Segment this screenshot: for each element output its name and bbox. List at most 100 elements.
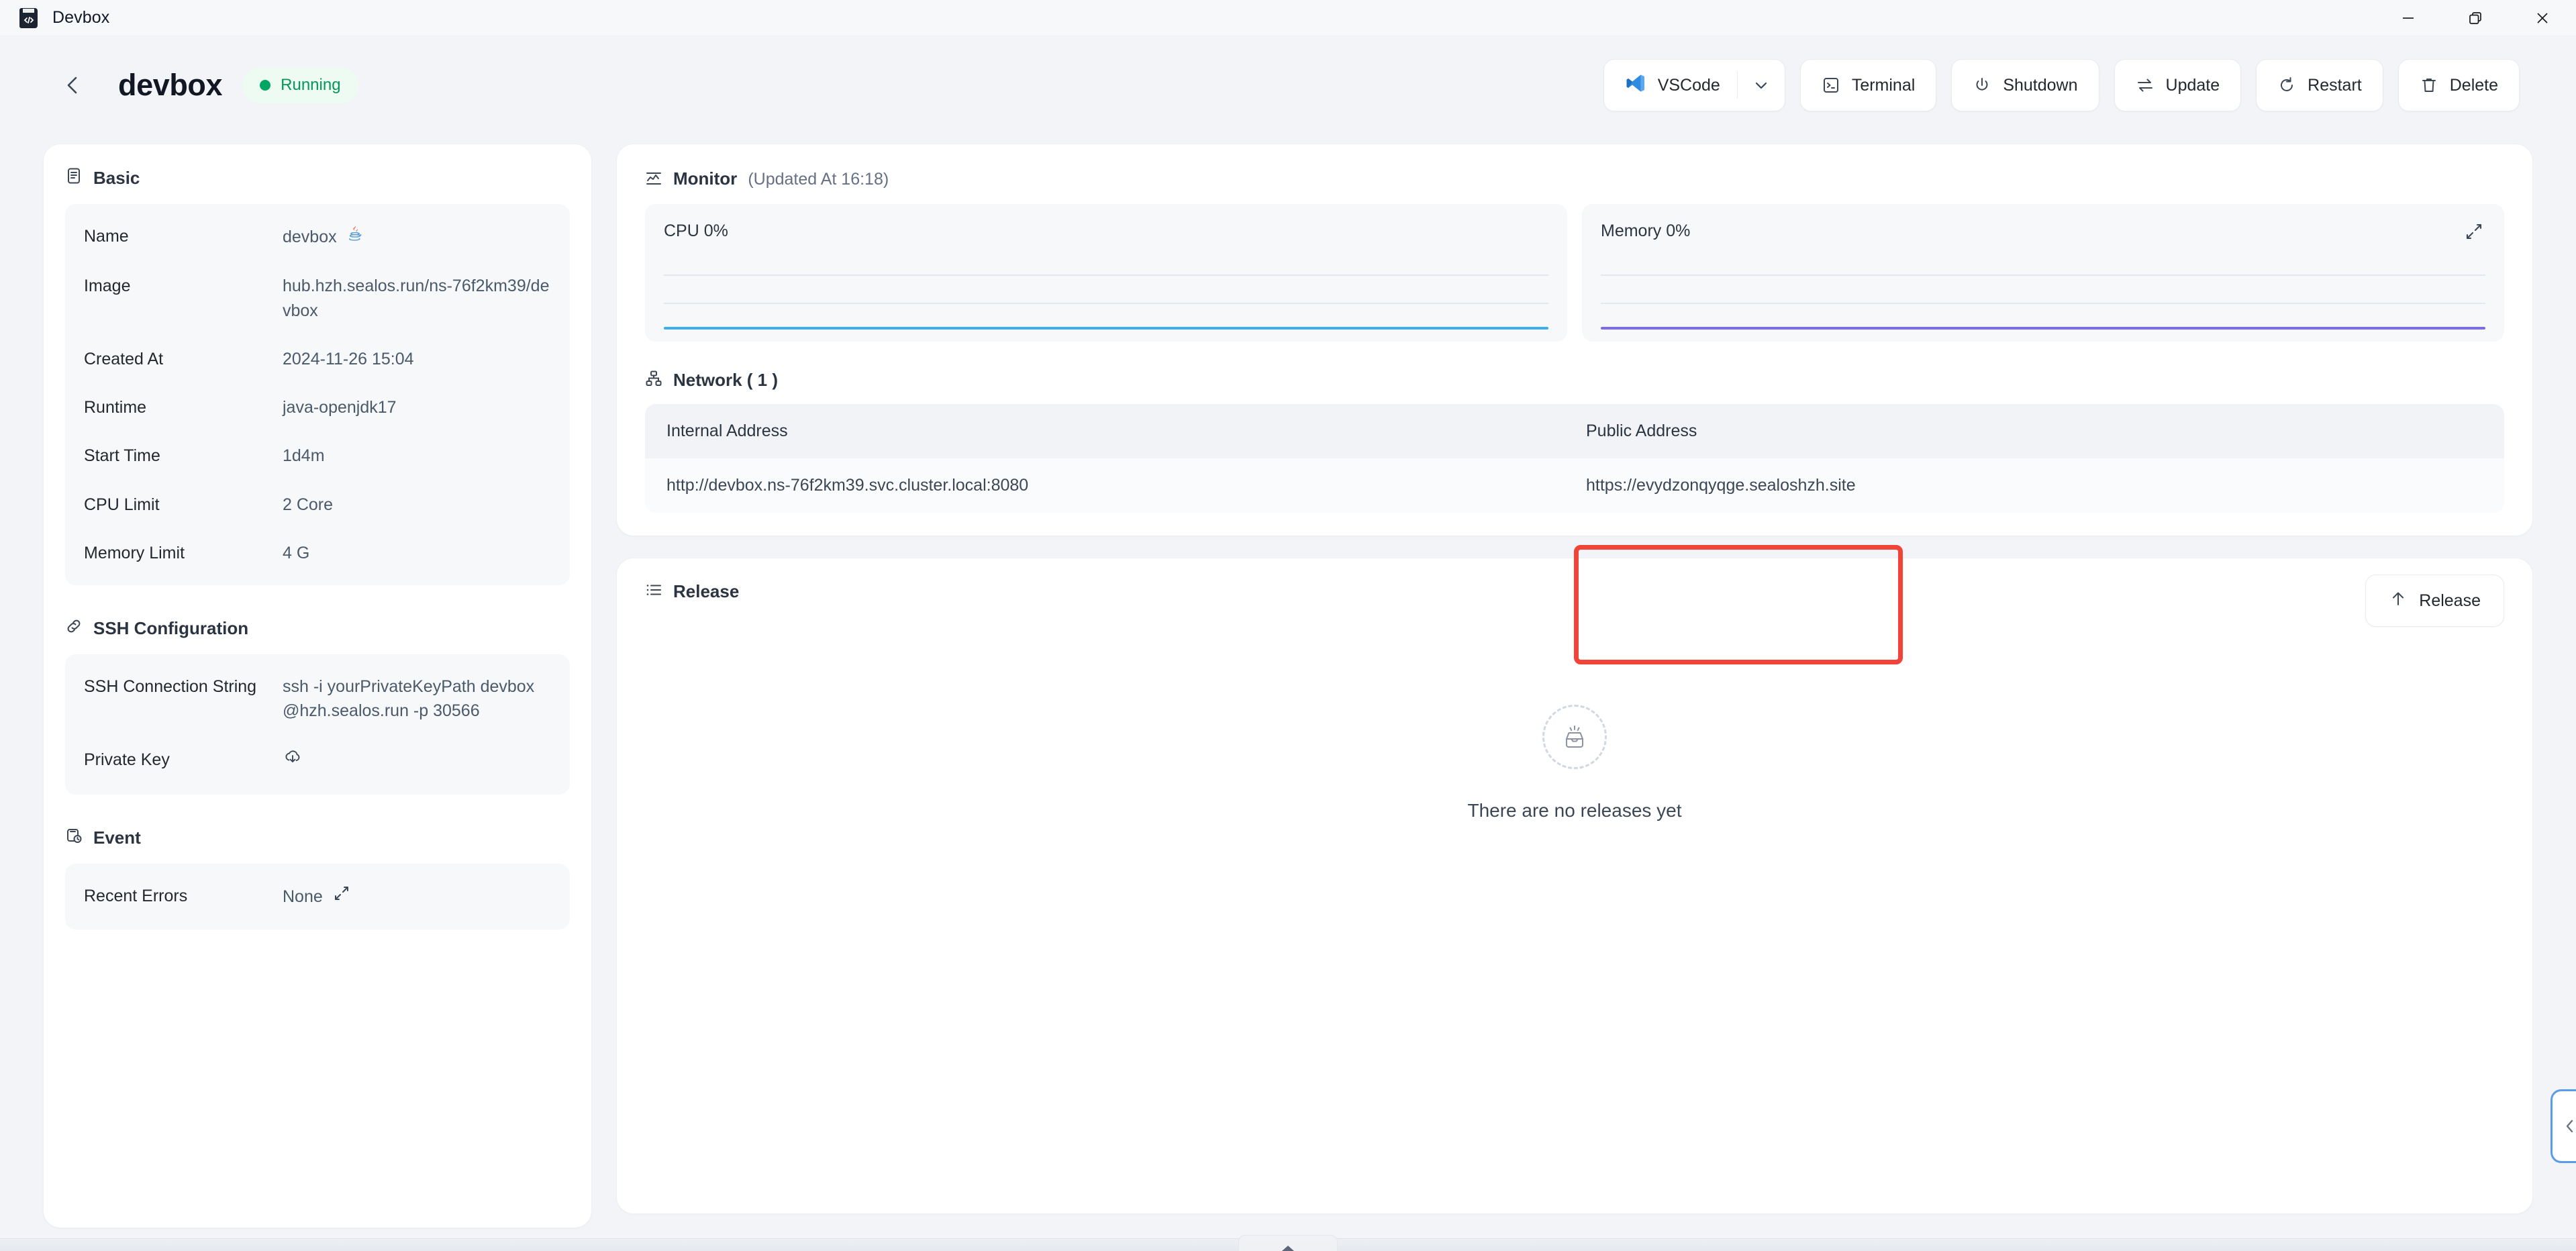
row-label: Image (84, 277, 131, 296)
detail-row: Memory Limit 4 G (65, 529, 570, 577)
row-value-text: 1d4m (283, 446, 325, 466)
row-value-text: 2 Core (283, 495, 334, 514)
network-title: Network ( 1 ) (673, 370, 779, 390)
row-label: Created At (84, 349, 164, 368)
arrow-up-icon (2389, 589, 2408, 613)
release-section-header: Release (645, 581, 2504, 602)
bottom-drawer-handle[interactable] (1238, 1235, 1338, 1251)
row-label: SSH Connection String (84, 677, 257, 696)
row-value-text: None (283, 887, 323, 906)
row-value-text: 4 G (283, 543, 310, 562)
download-cloud-icon[interactable] (283, 748, 303, 774)
row-value: 2 Core (283, 493, 333, 517)
expand-icon[interactable] (2464, 221, 2484, 245)
terminal-button[interactable]: Terminal (1799, 59, 1937, 111)
row-label: Start Time (84, 446, 160, 466)
minimize-icon[interactable] (2375, 0, 2442, 36)
column-header-public: Public Address (1586, 421, 1697, 440)
detail-row: Private Key (65, 736, 570, 787)
close-icon[interactable] (2509, 0, 2576, 36)
detail-row: Recent Errors None (65, 872, 570, 921)
side-panel-handle[interactable] (2550, 1089, 2576, 1163)
table-row: http://devbox.ns-76f2km39.svc.cluster.lo… (645, 458, 2504, 513)
network-table: Internal Address Public Address http://d… (645, 404, 2504, 513)
restart-icon (2277, 76, 2296, 95)
status-dot-icon (260, 80, 271, 91)
delete-label: Delete (2449, 75, 2498, 95)
internal-address-value[interactable]: http://devbox.ns-76f2km39.svc.cluster.lo… (645, 458, 1565, 513)
row-value-text: hub.hzh.sealos.run/ns-76f2km39/devbox (283, 277, 550, 320)
right-column: Monitor (Updated At 16:18) CPU 0% Memory… (616, 144, 2533, 1214)
devbox-logo-icon (17, 7, 40, 30)
monitor-network-card: Monitor (Updated At 16:18) CPU 0% Memory… (616, 144, 2533, 536)
row-label: Name (84, 227, 129, 246)
row-value-text: java-openjdk17 (283, 398, 397, 417)
restart-label: Restart (2308, 75, 2362, 95)
list-icon (645, 581, 662, 602)
back-button[interactable] (58, 70, 89, 101)
window-title-bar: Devbox (0, 0, 2576, 36)
row-value: java-openjdk17 (283, 395, 397, 419)
shutdown-label: Shutdown (2003, 75, 2078, 95)
monitor-title: Monitor (673, 168, 738, 189)
java-icon (346, 224, 364, 250)
detail-row: Name devbox (65, 212, 570, 262)
ssh-section-header: SSH Configuration (65, 617, 570, 640)
release-button[interactable]: Release (2365, 574, 2504, 627)
update-button[interactable]: Update (2114, 59, 2242, 111)
column-header-internal: Internal Address (666, 421, 788, 440)
gridline (1601, 274, 2485, 276)
release-empty-state: There are no releases yet (617, 705, 2532, 821)
vscode-button-group[interactable]: VSCode (1603, 59, 1785, 111)
gridline (664, 303, 1548, 304)
chevron-down-icon[interactable] (1738, 60, 1785, 111)
detail-row: Image hub.hzh.sealos.run/ns-76f2km39/dev… (65, 262, 570, 335)
memory-plot (1601, 252, 2485, 330)
row-label: Recent Errors (84, 886, 188, 905)
expand-icon[interactable] (332, 884, 351, 909)
terminal-icon (1822, 76, 1840, 95)
row-value: 1d4m (283, 444, 325, 468)
row-value: hub.hzh.sealos.run/ns-76f2km39/devbox (283, 274, 551, 323)
vscode-button[interactable]: VSCode (1604, 60, 1737, 111)
detail-row: CPU Limit 2 Core (65, 481, 570, 529)
empty-inbox-icon (1542, 705, 1607, 769)
row-label: Memory Limit (84, 543, 185, 562)
event-section-body: Recent Errors None (65, 863, 570, 930)
detail-row: Created At 2024-11-26 15:04 (65, 335, 570, 383)
basic-section-title: Basic (93, 168, 140, 188)
memory-chart-label: Memory 0% (1601, 221, 1691, 240)
network-icon (645, 370, 662, 391)
empty-state-text: There are no releases yet (1467, 800, 1682, 821)
monitor-charts: CPU 0% Memory 0% (645, 204, 2504, 342)
main-content: Basic Name devbox Image hub.hzh.sealos.r… (0, 134, 2576, 1251)
event-section-title: Event (93, 827, 141, 848)
restore-icon[interactable] (2442, 0, 2509, 36)
window-title: Devbox (52, 8, 110, 27)
shutdown-button[interactable]: Shutdown (1951, 59, 2099, 111)
status-label: Running (281, 76, 341, 94)
file-text-icon (65, 167, 83, 189)
row-value: devbox (283, 224, 364, 250)
trash-icon (2420, 76, 2438, 95)
network-section-header: Network ( 1 ) (645, 370, 2504, 391)
row-value-text: ssh -i yourPrivateKeyPath devbox@hzh.sea… (283, 677, 535, 721)
delete-button[interactable]: Delete (2397, 59, 2520, 111)
detail-row: SSH Connection String ssh -i yourPrivate… (65, 662, 570, 736)
public-address-value[interactable]: https://evydzonqyqge.sealoshzh.site (1565, 458, 2504, 513)
row-value-text: 2024-11-26 15:04 (283, 349, 414, 368)
row-value-text: devbox (283, 228, 337, 246)
row-value: 4 G (283, 541, 309, 565)
gridline (1601, 303, 2485, 304)
basic-section-header: Basic (65, 167, 570, 189)
terminal-label: Terminal (1851, 75, 1916, 95)
link-icon (65, 617, 83, 640)
restart-button[interactable]: Restart (2256, 59, 2383, 111)
power-icon (1973, 76, 1991, 95)
update-label: Update (2165, 75, 2220, 95)
table-header-row: Internal Address Public Address (645, 404, 2504, 458)
action-toolbar: VSCode Terminal Shutdown Update Restart … (1603, 59, 2520, 111)
row-value: 2024-11-26 15:04 (283, 347, 414, 371)
memory-series-line (1601, 327, 2485, 330)
update-arrows-icon (2136, 76, 2154, 95)
